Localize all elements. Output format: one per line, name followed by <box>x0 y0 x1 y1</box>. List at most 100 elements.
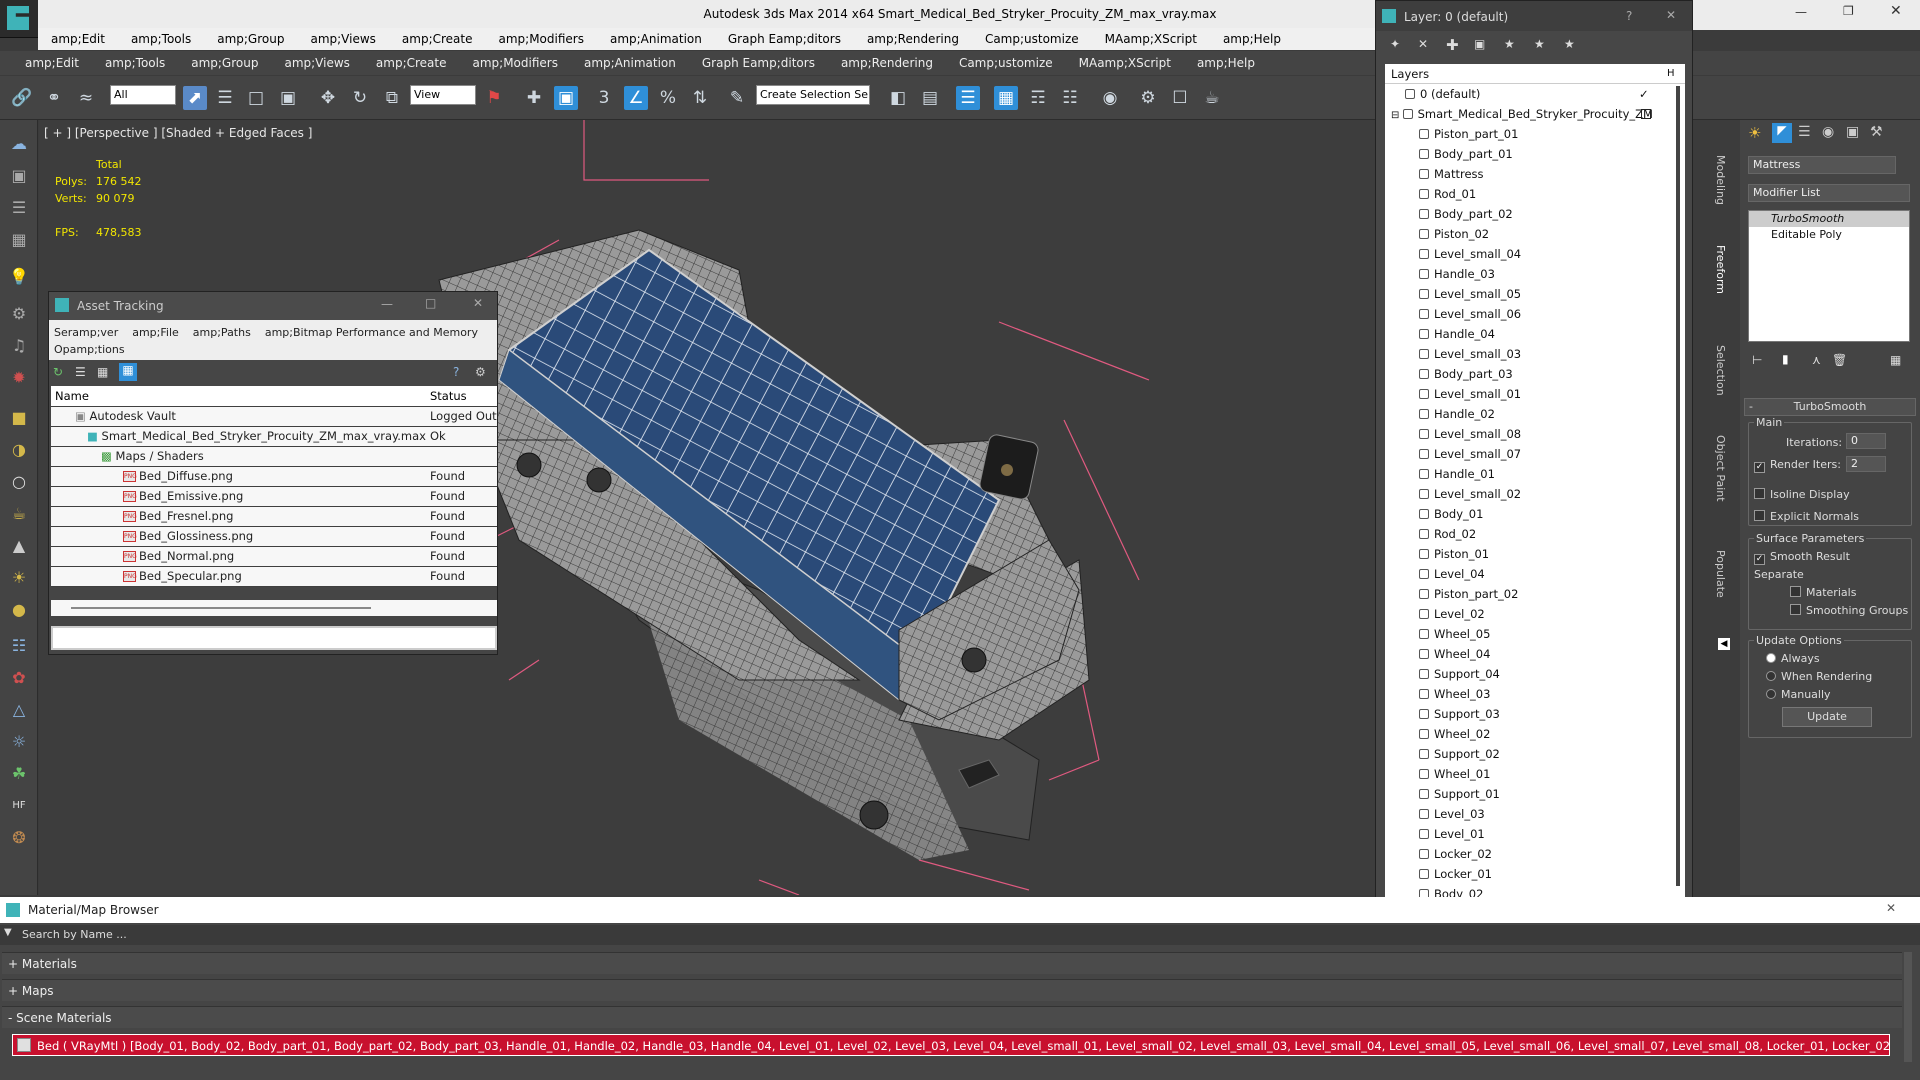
set-current-layer-icon[interactable] <box>1641 109 1651 119</box>
select-by-name-icon[interactable]: ☰ <box>213 86 237 110</box>
unlink-icon[interactable]: ⚭ <box>42 86 66 110</box>
turbosmooth-rollout-header[interactable]: - TurboSmooth <box>1744 398 1916 416</box>
layer-item[interactable]: Body_part_02 <box>1385 204 1685 224</box>
close-icon[interactable]: ✕ <box>1890 3 1902 19</box>
layer-item[interactable]: Rod_02 <box>1385 524 1685 544</box>
layer-item[interactable]: Support_01 <box>1385 784 1685 804</box>
layer-item[interactable]: Level_small_08 <box>1385 424 1685 444</box>
column-status[interactable]: Status <box>425 386 497 407</box>
layer-item[interactable]: Level_small_05 <box>1385 284 1685 304</box>
layer-item[interactable]: Wheel_01 <box>1385 764 1685 784</box>
list-icon[interactable]: ☰ <box>7 196 31 220</box>
modifier-stack[interactable]: TurboSmooth Editable Poly <box>1748 210 1910 342</box>
layer-item[interactable]: Handle_01 <box>1385 464 1685 484</box>
iterations-spinner[interactable]: 0 <box>1846 433 1886 449</box>
column-hide-icon[interactable]: H <box>1667 64 1675 84</box>
table-row[interactable]: ▩ Maps / Shaders <box>51 446 497 467</box>
table-row[interactable]: PNG Bed_Normal.png Found <box>51 546 497 567</box>
layer-item[interactable]: Wheel_02 <box>1385 724 1685 744</box>
box-icon[interactable]: ■ <box>7 406 31 430</box>
close-icon[interactable]: ✕ <box>1666 8 1676 22</box>
menu-customize[interactable]: Camp;ustomize <box>972 32 1092 46</box>
layer-item[interactable]: Rod_01 <box>1385 184 1685 204</box>
select-object-icon[interactable]: ⬈ <box>183 86 207 110</box>
material-browser-titlebar[interactable]: Material/Map Browser ✕ <box>0 897 1920 923</box>
menu-create[interactable]: amp;Create <box>389 32 486 46</box>
menu-views[interactable]: amp;Views <box>297 32 388 46</box>
manually-radio[interactable] <box>1766 689 1776 699</box>
remove-modifier-icon[interactable]: 🗑 <box>1832 353 1847 367</box>
scene-explorer-icon[interactable]: ▣ <box>7 164 31 188</box>
layer-item[interactable]: Level_small_01 <box>1385 384 1685 404</box>
layer-item[interactable]: Locker_01 <box>1385 864 1685 884</box>
layer-item[interactable]: Wheel_04 <box>1385 644 1685 664</box>
search-options-icon[interactable]: ▼ <box>4 927 12 938</box>
spinner-snap-icon[interactable]: ⇅ <box>688 86 712 110</box>
graphite-ribbon-icon[interactable]: ▦ <box>994 86 1018 110</box>
display-tab-icon[interactable]: ▣ <box>1846 124 1859 140</box>
curve-editor-icon[interactable]: ☶ <box>1026 86 1050 110</box>
pin-stack-icon[interactable]: ⊢ <box>1752 353 1762 367</box>
align-icon[interactable]: ▤ <box>918 86 942 110</box>
menu-maxscript[interactable]: MAamp;XScript <box>1066 56 1184 70</box>
keyboard-shortcut-icon[interactable]: ▣ <box>554 86 578 110</box>
flow-icon[interactable]: ✿ <box>7 666 31 690</box>
viewport-label[interactable]: [ + ] [Perspective ] [Shaded + Edged Fac… <box>44 126 312 140</box>
layer-manager-titlebar[interactable]: Layer: 0 (default) ? ✕ <box>1376 1 1692 31</box>
layer-scrollbar[interactable] <box>1676 86 1680 886</box>
teapot-icon[interactable]: ☕ <box>7 502 31 526</box>
hierarchy-tab-icon[interactable]: ☰ <box>1798 124 1811 140</box>
select-layer-icon[interactable]: ▣ <box>1474 37 1485 51</box>
sun-icon[interactable]: ☀ <box>7 566 31 590</box>
menu-server[interactable]: Seramp;ver <box>54 326 118 339</box>
layer-item[interactable]: 0 (default) ✓ <box>1385 84 1685 104</box>
maps-section[interactable]: + Maps <box>2 979 1902 1001</box>
material-scrollbar[interactable] <box>1904 952 1912 1062</box>
layer-item[interactable]: Level_02 <box>1385 604 1685 624</box>
geosphere-icon[interactable]: ● <box>7 598 31 622</box>
menu-modifiers[interactable]: amp;Modifiers <box>485 32 596 46</box>
layer-item[interactable]: Body_part_03 <box>1385 364 1685 384</box>
layer-item[interactable]: Support_03 <box>1385 704 1685 724</box>
layer-item[interactable]: Support_04 <box>1385 664 1685 684</box>
scene-material-item[interactable]: Bed ( VRayMtl ) [Body_01, Body_02, Body_… <box>12 1034 1890 1056</box>
tab-populate[interactable]: Populate <box>1714 550 1727 598</box>
table-row[interactable]: PNG Bed_Glossiness.png Found <box>51 526 497 547</box>
layer-manager-window[interactable]: Layer: 0 (default) ? ✕ ✦ ✕ ✚ ▣ ★ ★ ★ Lay… <box>1375 0 1693 955</box>
menu-tools[interactable]: amp;Tools <box>118 32 204 46</box>
layer-item[interactable]: Piston_part_02 <box>1385 584 1685 604</box>
object-name-field[interactable]: Mattress <box>1748 156 1896 174</box>
materials-checkbox[interactable] <box>1790 586 1801 597</box>
modify-tab-icon[interactable]: ◤ <box>1772 123 1792 143</box>
utilities-tab-icon[interactable]: ⚒ <box>1870 124 1883 140</box>
menu-group[interactable]: amp;Group <box>178 56 271 70</box>
maximize-icon[interactable]: ❐ <box>1843 4 1854 18</box>
column-name[interactable]: Name <box>51 386 426 407</box>
schematic-view-icon[interactable]: ☷ <box>1058 86 1082 110</box>
horizontal-scrollbar[interactable] <box>51 600 497 616</box>
menu-edit[interactable]: amp;Edit <box>38 32 118 46</box>
asset-path-field[interactable] <box>51 626 497 650</box>
menu-graph-editors[interactable]: Graph Eamp;ditors <box>715 32 854 46</box>
layer-item[interactable]: Piston_01 <box>1385 544 1685 564</box>
layer-item[interactable]: Handle_03 <box>1385 264 1685 284</box>
create-tab-icon[interactable]: ☀ <box>1748 124 1761 142</box>
hair-icon[interactable]: ☷ <box>7 634 31 658</box>
window-crossing-icon[interactable]: ▣ <box>276 86 300 110</box>
graph-icon[interactable]: △ <box>7 698 31 722</box>
always-radio[interactable] <box>1766 653 1776 663</box>
menu-create[interactable]: amp;Create <box>363 56 460 70</box>
stack-item-turbosmooth[interactable]: TurboSmooth <box>1749 211 1909 227</box>
scale-icon[interactable]: ⧉ <box>380 86 404 110</box>
percent-snap-icon[interactable]: % <box>656 86 680 110</box>
menu-group[interactable]: amp;Group <box>204 32 297 46</box>
freeze-all-icon[interactable]: ★ <box>1564 37 1575 51</box>
helper-icon[interactable]: ⚙ <box>7 302 31 326</box>
when-rendering-radio[interactable] <box>1766 671 1776 681</box>
menu-views[interactable]: amp;Views <box>271 56 362 70</box>
update-button[interactable]: Update <box>1782 707 1872 727</box>
layer-item[interactable]: Level_small_06 <box>1385 304 1685 324</box>
move-icon[interactable]: ✥ <box>316 86 340 110</box>
table-row[interactable]: PNG Bed_Diffuse.png Found <box>51 466 497 487</box>
menu-animation[interactable]: amp;Animation <box>571 56 689 70</box>
